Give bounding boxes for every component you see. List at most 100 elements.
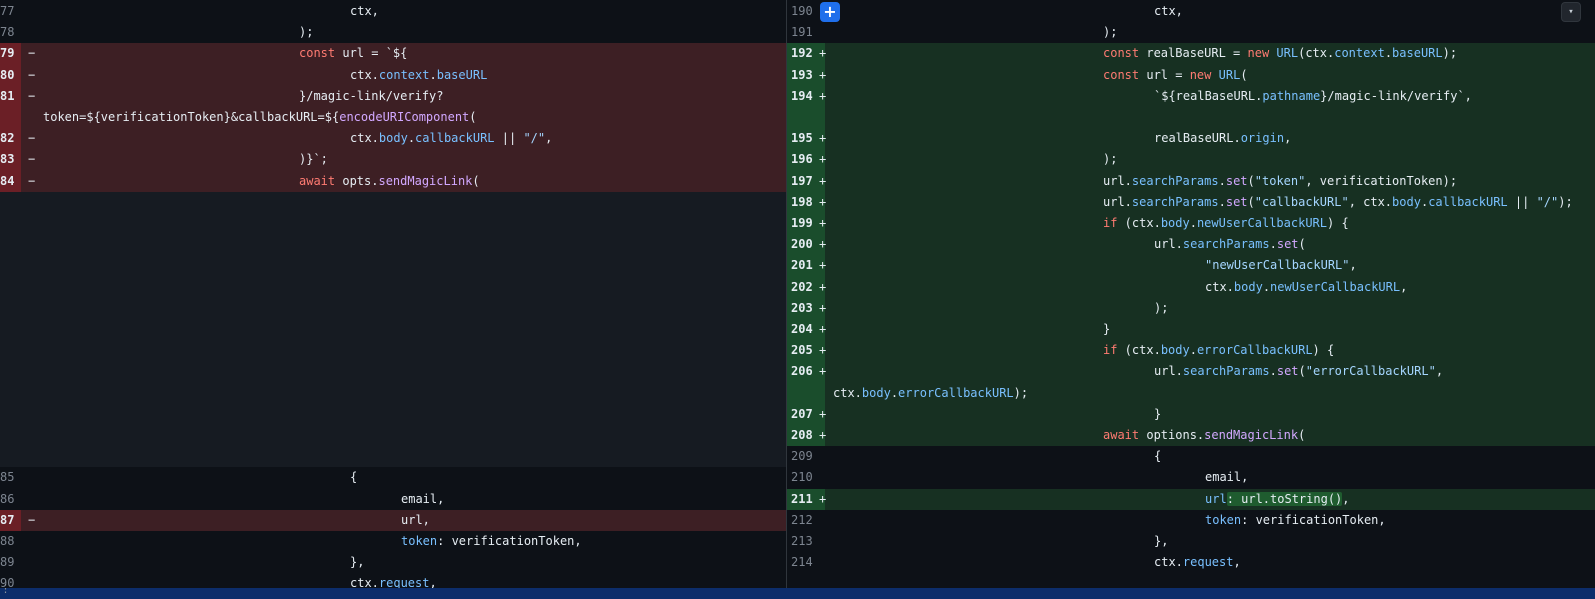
code-line[interactable]: 190 ctx,: [787, 1, 1595, 22]
code-line[interactable]: 192 + const realBaseURL = new URL(ctx.cont…: [787, 43, 1595, 64]
addition-marker: +: [819, 428, 827, 442]
line-number: 212: [791, 512, 813, 527]
addition-marker: +: [819, 343, 827, 358]
addition-marker: +: [819, 173, 827, 188]
code-text: url.searchParams.set("token", verificati…: [1103, 173, 1458, 188]
code-text: realBaseURL.origin,: [1154, 131, 1292, 146]
code-text: token=${verificationToken}&callbackURL=$…: [43, 110, 477, 124]
line-number: 193: [791, 67, 813, 82]
code-text: const realBaseURL = new URL(ctx.context.…: [1103, 46, 1458, 61]
line-number: 87: [0, 512, 15, 527]
code-line[interactable]: 82− ctx.body.callbackURL || "/",: [0, 128, 786, 149]
code-text: ctx.body.callbackURL || "/",: [350, 131, 553, 146]
code-text: {: [350, 470, 358, 485]
code-line[interactable]: 193 + const url = new URL(: [787, 65, 1595, 86]
code-line[interactable]: 77 ctx,: [0, 1, 786, 22]
code-text: url.searchParams.set("errorCallbackURL",: [1154, 364, 1444, 379]
code-line[interactable]: 208 + await options.sendMagicLink(: [787, 425, 1595, 446]
code-line[interactable]: 214 ctx.request,: [787, 552, 1595, 573]
code-line[interactable]: 78);: [0, 22, 786, 43]
code-text: const url = `${: [299, 46, 408, 61]
deletion-marker: −: [28, 67, 36, 82]
line-number: 197: [791, 173, 813, 188]
line-number: 209: [791, 449, 813, 464]
code-text: );: [1103, 25, 1118, 40]
expand-hunk-button[interactable]: +: [820, 2, 840, 22]
code-line[interactable]: 196 +);: [787, 149, 1595, 170]
addition-marker: +: [819, 67, 827, 82]
deletion-marker: −: [28, 131, 36, 146]
line-number: 201: [791, 258, 813, 273]
code-line[interactable]: 87− url,: [0, 510, 786, 531]
more-icon: ⋮: [0, 582, 11, 595]
code-text: ctx.request,: [1154, 555, 1241, 570]
addition-marker: +: [819, 258, 827, 273]
line-number: 198: [791, 194, 813, 209]
line-number: 80: [0, 67, 15, 82]
code-line[interactable]: 206 + url.searchParams.set("errorCallbackU…: [787, 361, 1595, 382]
code-text: ctx,: [1154, 4, 1183, 18]
line-number: 203: [791, 300, 813, 315]
code-line[interactable]: 89},: [0, 552, 786, 573]
line-number: 194: [791, 88, 813, 103]
line-number: 84: [0, 173, 15, 188]
code-text: token: verificationToken,: [401, 534, 582, 548]
line-number: 190: [791, 4, 813, 18]
deletion-marker: −: [28, 88, 36, 103]
addition-marker: +: [819, 491, 827, 506]
code-line[interactable]: 204 +}: [787, 319, 1595, 340]
diff-left-pane: 77 ctx, 78); 79− const url = `${80− ctx.conte…: [0, 0, 786, 588]
code-line[interactable]: 207 +}: [787, 404, 1595, 425]
line-number: 82: [0, 131, 15, 146]
code-line[interactable]: 197 + url.searchParams.set("token", verifi…: [787, 171, 1595, 192]
addition-marker: +: [819, 279, 827, 294]
line-number: 196: [791, 152, 813, 167]
code-line[interactable]: 205 + if (ctx.body.errorCallbackURL) {: [787, 340, 1595, 361]
code-text: if (ctx.body.newUserCallbackURL) {: [1103, 216, 1349, 230]
code-line[interactable]: 191);: [787, 22, 1595, 43]
code-line-wrapped: ctx.body.errorCallbackURL);: [787, 383, 1595, 404]
code-text: }: [1154, 406, 1162, 421]
code-line[interactable]: 85 {: [0, 467, 786, 488]
deletion-marker: −: [28, 46, 36, 61]
code-line[interactable]: 201 + "newUserCallbackURL",: [787, 255, 1595, 276]
code-line[interactable]: 195 + realBaseURL.origin,: [787, 128, 1595, 149]
code-text: ctx.body.errorCallbackURL);: [833, 385, 1029, 400]
code-line[interactable]: 86 email,: [0, 489, 786, 510]
addition-marker: +: [819, 300, 827, 315]
code-text: ctx.body.newUserCallbackURL,: [1205, 279, 1408, 294]
code-text: }: [1103, 322, 1111, 336]
code-line[interactable]: 210 email,: [787, 467, 1595, 488]
code-line[interactable]: 81−}/magic-link/verify?: [0, 86, 786, 107]
diff-options-dropdown-icon[interactable]: ▾: [1561, 2, 1581, 22]
code-line[interactable]: 200 + url.searchParams.set(: [787, 234, 1595, 255]
code-text: );: [1154, 300, 1169, 315]
code-line[interactable]: 194 + `${realBaseURL.pathname}/magic-link/…: [787, 86, 1595, 107]
code-line[interactable]: 84− await opts.sendMagicLink(: [0, 171, 786, 192]
code-line[interactable]: 90 ctx.request,: [0, 573, 786, 588]
code-line[interactable]: 202 + ctx.body.newUserCallbackURL,: [787, 277, 1595, 298]
code-text: await opts.sendMagicLink(: [299, 173, 480, 188]
code-line[interactable]: 79− const url = `${: [0, 43, 786, 64]
code-text: {: [1154, 449, 1162, 464]
code-line[interactable]: 213},: [787, 531, 1595, 552]
diff-right-pane: 190 ctx, 191); 192 + const realBaseURL = new …: [787, 0, 1595, 588]
line-number: 208: [791, 428, 813, 442]
code-line[interactable]: 80− ctx.context.baseURL: [0, 65, 786, 86]
code-line[interactable]: 83−)}`;: [0, 149, 786, 170]
line-number: 191: [791, 25, 813, 40]
line-number: 81: [0, 88, 15, 103]
code-line[interactable]: 211 + url: url.toString(),: [787, 489, 1595, 510]
bottom-scroll-bar[interactable]: ⋮: [0, 582, 1595, 599]
code-text: await options.sendMagicLink(: [1103, 428, 1306, 442]
code-line[interactable]: 199 + if (ctx.body.newUserCallbackURL) {: [787, 213, 1595, 234]
code-text: token: verificationToken,: [1205, 512, 1386, 527]
code-line[interactable]: 212 token: verificationToken,: [787, 510, 1595, 531]
code-line[interactable]: 209 {: [787, 446, 1595, 467]
code-line[interactable]: 88 token: verificationToken,: [0, 531, 786, 552]
code-text: if (ctx.body.errorCallbackURL) {: [1103, 343, 1335, 358]
code-text: const url = new URL(: [1103, 67, 1248, 82]
code-line[interactable]: 198 + url.searchParams.set("callbackURL", …: [787, 192, 1595, 213]
code-text: url,: [401, 512, 430, 527]
code-line[interactable]: 203 +);: [787, 298, 1595, 319]
